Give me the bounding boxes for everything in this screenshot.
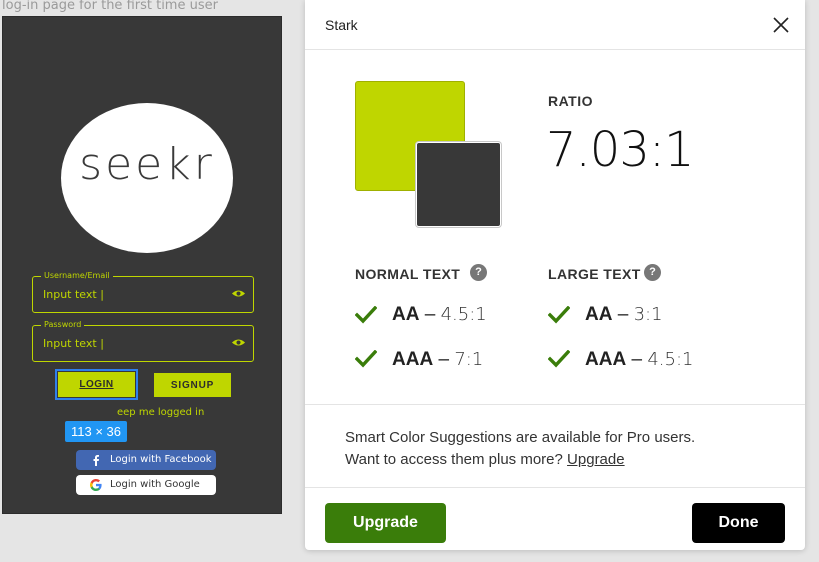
ratio-label: RATIO [548, 93, 594, 109]
check-icon [548, 306, 570, 324]
divider [305, 487, 805, 488]
normal-aa-separator: – [424, 304, 436, 325]
eye-icon[interactable] [231, 288, 246, 299]
selection-size-badge: 113 × 36 [65, 421, 127, 442]
close-button[interactable] [770, 14, 792, 36]
panel-title: Stark [325, 17, 358, 33]
facebook-login-button[interactable]: Login with Facebook [76, 450, 216, 470]
upgrade-button[interactable]: Upgrade [325, 503, 446, 543]
done-button[interactable]: Done [692, 503, 785, 543]
ratio-value: 7.03:1 [546, 122, 695, 178]
normal-text-heading: NORMAL TEXT [355, 266, 461, 282]
password-field[interactable]: Password Input text | [32, 320, 254, 362]
frame-label[interactable]: log-in page for the first time user [2, 0, 218, 13]
check-icon [355, 350, 377, 368]
upgrade-link[interactable]: Upgrade [567, 451, 625, 468]
login-frame[interactable]: seekr Username/Email Input text | Passwo… [2, 16, 282, 514]
google-login-label: Login with Google [110, 479, 200, 490]
normal-aaa-result: AAA – 7:1 [392, 349, 483, 371]
seekr-logo: seekr [61, 103, 233, 253]
large-text-heading: LARGE TEXT [548, 266, 641, 282]
password-placeholder: Input text | [43, 337, 104, 350]
password-label: Password [41, 320, 85, 330]
google-login-button[interactable]: Login with Google [76, 475, 216, 495]
stark-panel: Stark RATIO 7.03:1 NORMAL TEXT ? AA – 4.… [305, 0, 805, 550]
background-swatch[interactable] [416, 142, 501, 227]
normal-text-help-icon[interactable]: ? [470, 264, 487, 281]
close-icon [773, 17, 789, 33]
large-aa-value: 3:1 [633, 304, 663, 325]
promo-line-1: Smart Color Suggestions are available fo… [345, 429, 696, 446]
large-text-help-icon[interactable]: ? [644, 264, 661, 281]
username-placeholder: Input text | [43, 288, 104, 301]
large-aa-level: AA [585, 304, 613, 325]
large-aaa-separator: – [631, 349, 643, 370]
normal-aa-result: AA – 4.5:1 [392, 304, 487, 326]
panel-header: Stark [305, 0, 805, 50]
normal-aaa-separator: – [438, 349, 450, 370]
large-aa-separator: – [617, 304, 629, 325]
keep-logged-in-text[interactable]: eep me logged in [117, 407, 204, 418]
large-aaa-result: AAA – 4.5:1 [585, 349, 693, 371]
google-icon [90, 479, 102, 491]
facebook-icon [93, 455, 99, 466]
username-label: Username/Email [41, 271, 113, 281]
normal-aaa-value: 7:1 [454, 349, 484, 370]
eye-icon[interactable] [231, 337, 246, 348]
large-aaa-level: AAA [585, 349, 627, 370]
large-aaa-value: 4.5:1 [647, 349, 694, 370]
logo-text: seekr [79, 139, 215, 190]
pro-promo: Smart Color Suggestions are available fo… [345, 427, 695, 471]
check-icon [548, 350, 570, 368]
normal-aa-value: 4.5:1 [440, 304, 487, 325]
promo-line-2: Want to access them plus more? Upgrade [345, 451, 625, 468]
signup-button[interactable]: SIGNUP [154, 373, 231, 397]
divider [305, 404, 805, 405]
username-field[interactable]: Username/Email Input text | [32, 271, 254, 313]
normal-aaa-level: AAA [392, 349, 434, 370]
large-aa-result: AA – 3:1 [585, 304, 663, 326]
normal-aa-level: AA [392, 304, 420, 325]
facebook-login-label: Login with Facebook [110, 454, 212, 465]
login-button[interactable]: LOGIN [55, 369, 138, 400]
check-icon [355, 306, 377, 324]
